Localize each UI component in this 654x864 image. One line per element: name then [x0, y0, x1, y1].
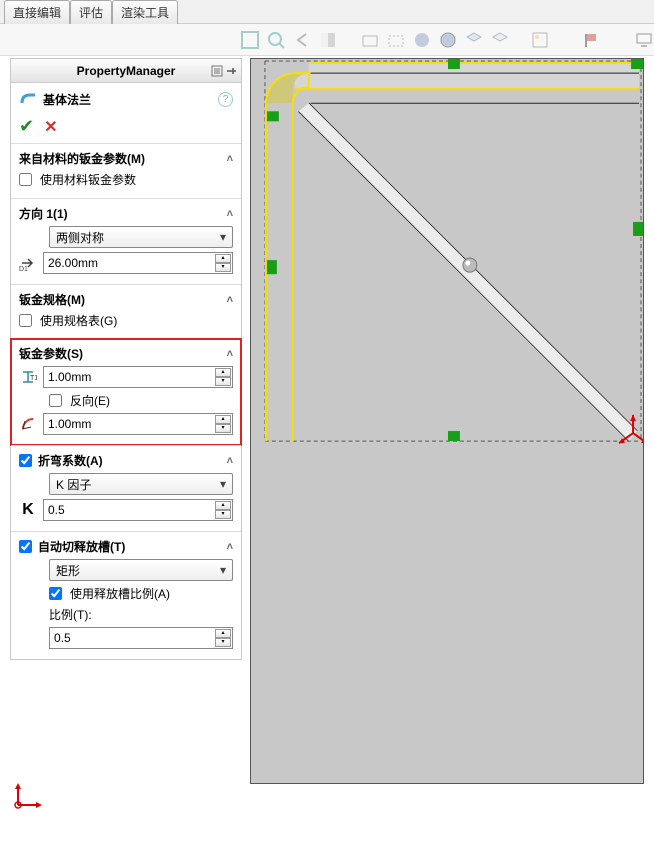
relief-ratio-field[interactable]: ▴▾ — [49, 627, 233, 649]
svg-text:T1: T1 — [30, 375, 37, 382]
section-auto-relief: 自动切释放槽(T) ˄ 矩形 使用释放槽比例(A) 比例(T): ▴▾ — [11, 531, 241, 659]
relief-enable-checkbox[interactable] — [19, 540, 32, 553]
radius-spinner[interactable]: ▴▾ — [215, 415, 231, 433]
pm-title: PropertyManager — [77, 64, 176, 78]
zoom-area-icon[interactable] — [266, 30, 286, 50]
bend-type-dropdown[interactable]: K 因子 — [49, 473, 233, 495]
chevron-up-icon[interactable]: ˄ — [227, 455, 233, 467]
base-flange-icon — [19, 89, 37, 110]
property-manager-panel: PropertyManager 基体法兰 ? ✔ ✕ 来自材料的钣金参数(M) ˄… — [10, 58, 242, 660]
depth-field[interactable]: ▴▾ — [43, 252, 233, 274]
pin-icon[interactable] — [225, 65, 237, 77]
use-gauge-checkbox[interactable] — [19, 314, 32, 327]
material-title: 来自材料的钣金参数(M) — [19, 150, 145, 167]
top-tabs: 直接编辑 评估 渲染工具 — [0, 0, 654, 24]
section-sheetmetal-params: 钣金参数(S) ˄ T1 ▴▾ 反向(E) ▴▾ — [10, 338, 242, 446]
prev-view-icon[interactable] — [292, 30, 312, 50]
view-cube-icon[interactable] — [464, 30, 484, 50]
chevron-up-icon[interactable]: ˄ — [227, 541, 233, 553]
reverse-checkbox[interactable] — [49, 394, 62, 407]
thickness-input[interactable] — [44, 370, 232, 384]
direction-title: 方向 1(1) — [19, 205, 68, 222]
relief-ratio-label: 比例(T): — [49, 606, 92, 623]
cancel-button[interactable]: ✕ — [44, 117, 57, 137]
depth-d1-icon: D1 — [19, 254, 37, 272]
bend-radius-icon — [19, 415, 37, 433]
params-title: 钣金参数(S) — [19, 345, 83, 362]
kfactor-spinner[interactable]: ▴▾ — [215, 501, 231, 519]
kfactor-field[interactable]: ▴▾ — [43, 499, 233, 521]
chevron-up-icon[interactable]: ˄ — [227, 348, 233, 360]
kfactor-input[interactable] — [44, 503, 232, 517]
use-gauge-label: 使用规格表(G) — [40, 312, 117, 329]
use-material-checkbox[interactable] — [19, 173, 32, 186]
section-material: 来自材料的钣金参数(M) ˄ 使用材料钣金参数 — [11, 143, 241, 198]
feature-row: 基体法兰 ? — [11, 83, 241, 116]
use-material-label: 使用材料钣金参数 — [40, 171, 136, 188]
tab-render-tools[interactable]: 渲染工具 — [112, 0, 178, 24]
tab-direct-edit[interactable]: 直接编辑 — [4, 0, 70, 24]
flag-icon[interactable] — [582, 30, 602, 50]
chevron-up-icon[interactable]: ˄ — [227, 153, 233, 165]
ok-button[interactable]: ✔ — [19, 116, 34, 137]
section-direction1: 方向 1(1) ˄ 两侧对称 D1 ▴▾ — [11, 198, 241, 284]
bend-enable-checkbox[interactable] — [19, 454, 32, 467]
zoom-fit-icon[interactable] — [240, 30, 260, 50]
chevron-up-icon[interactable]: ˄ — [227, 208, 233, 220]
kfactor-icon: K — [19, 501, 37, 519]
feature-name: 基体法兰 — [43, 91, 91, 108]
gauge-title: 钣金规格(M) — [19, 291, 85, 308]
graphics-viewport[interactable] — [250, 58, 644, 784]
origin-triad-icon — [14, 781, 44, 814]
depth-spinner[interactable]: ▴▾ — [215, 254, 231, 272]
tab-evaluate[interactable]: 评估 — [70, 0, 112, 24]
relief-type-dropdown[interactable]: 矩形 — [49, 559, 233, 581]
shaded-icon[interactable] — [412, 30, 432, 50]
radius-field[interactable]: ▴▾ — [43, 413, 233, 435]
shaded-edges-icon[interactable] — [438, 30, 458, 50]
relief-ratio-spinner[interactable]: ▴▾ — [215, 629, 231, 647]
relief-ratio-input[interactable] — [50, 631, 232, 645]
chevron-up-icon[interactable]: ˄ — [227, 294, 233, 306]
relief-title: 自动切释放槽(T) — [38, 538, 125, 555]
hidden-lines-icon[interactable] — [386, 30, 406, 50]
view-toolbar — [0, 24, 654, 56]
display-style-icon[interactable] — [360, 30, 380, 50]
section-gauge: 钣金规格(M) ˄ 使用规格表(G) — [11, 284, 241, 339]
radius-input[interactable] — [44, 417, 232, 431]
thickness-spinner[interactable]: ▴▾ — [215, 368, 231, 386]
section-bend-allowance: 折弯系数(A) ˄ K 因子 K ▴▾ — [11, 445, 241, 531]
ok-cancel-row: ✔ ✕ — [11, 116, 241, 143]
section-view-icon[interactable] — [318, 30, 338, 50]
use-relief-ratio-label: 使用释放槽比例(A) — [70, 585, 170, 602]
depth-input[interactable] — [44, 256, 232, 270]
use-relief-ratio-checkbox[interactable] — [49, 587, 62, 600]
reverse-label: 反向(E) — [70, 392, 110, 409]
pm-header: PropertyManager — [11, 59, 241, 83]
thickness-field[interactable]: ▴▾ — [43, 366, 233, 388]
help-icon[interactable]: ? — [218, 92, 233, 107]
model-preview — [251, 59, 643, 783]
pm-menu-icon[interactable] — [211, 65, 223, 77]
scene-icon[interactable] — [530, 30, 550, 50]
thickness-icon: T1 — [19, 368, 37, 386]
view-cube2-icon[interactable] — [490, 30, 510, 50]
monitor-icon[interactable] — [634, 30, 654, 50]
bend-title: 折弯系数(A) — [38, 452, 103, 469]
direction-type-dropdown[interactable]: 两侧对称 — [49, 226, 233, 248]
svg-text:D1: D1 — [19, 266, 28, 272]
